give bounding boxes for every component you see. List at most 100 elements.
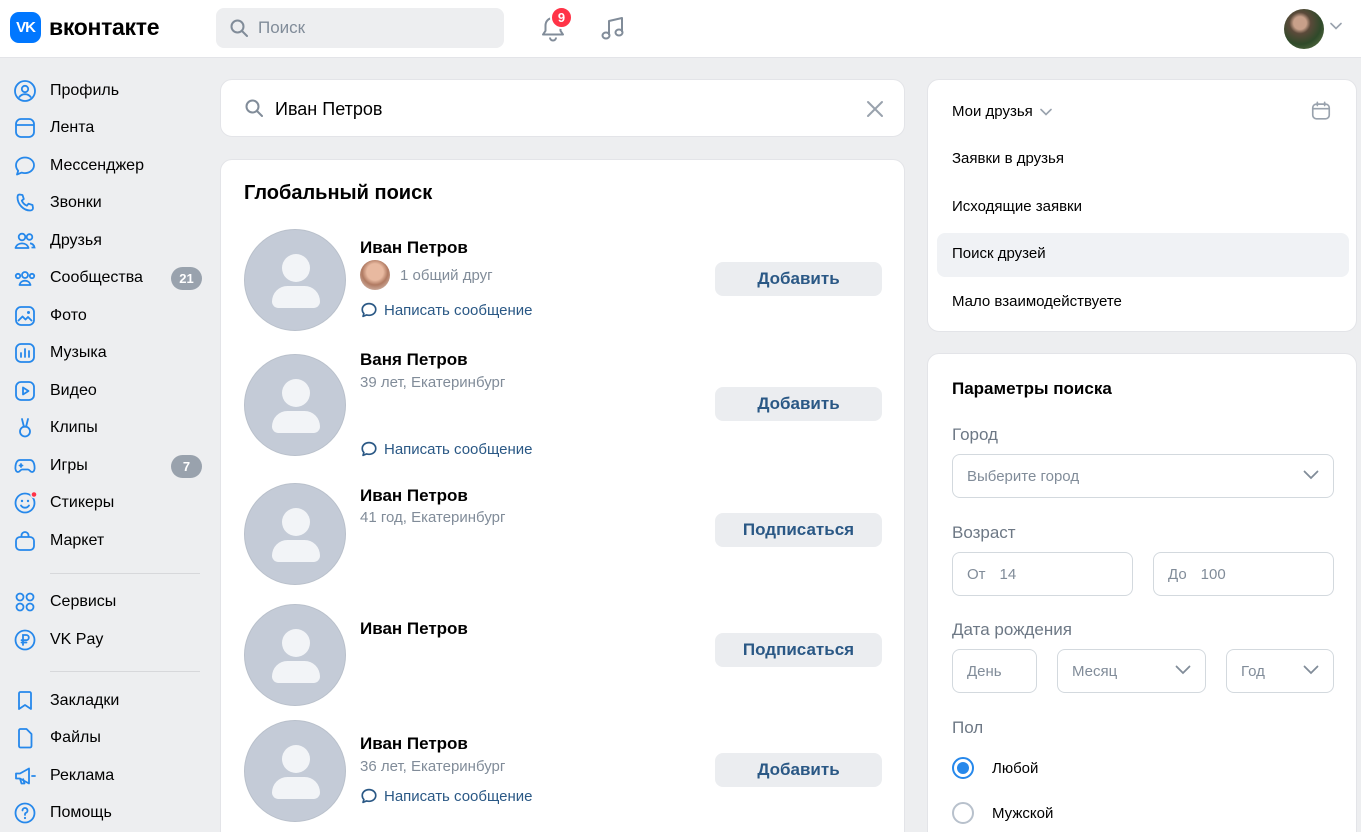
sidebar-item-messenger[interactable]: Мессенджер <box>0 148 210 184</box>
write-message-link[interactable]: Написать сообщение <box>360 787 533 805</box>
top-search-box[interactable] <box>216 8 504 48</box>
person-info: 36 лет, Екатеринбург <box>360 758 506 775</box>
notifications-badge: 9 <box>550 6 573 29</box>
sidebar-item-label: Закладки <box>50 692 120 709</box>
sidebar-item-market[interactable]: Маркет <box>0 523 210 559</box>
add-friend-button[interactable]: Добавить <box>715 262 882 296</box>
sidebar-item-video[interactable]: Видео <box>0 373 210 409</box>
person-name[interactable]: Ваня Петров <box>360 350 468 370</box>
message-icon <box>15 156 35 176</box>
chevron-down-icon <box>1175 665 1191 675</box>
person-name[interactable]: Иван Петров <box>360 486 468 506</box>
friend-requests-item[interactable]: Заявки в друзья <box>952 150 1064 167</box>
radio-unselected[interactable] <box>952 802 974 824</box>
sidebar-item-photo[interactable]: Фото <box>0 298 210 334</box>
sidebar-item-friends[interactable]: Друзья <box>0 223 210 259</box>
default-avatar[interactable] <box>244 354 346 456</box>
subscribe-button[interactable]: Подписаться <box>715 513 882 547</box>
vk-logo[interactable]: VK вконтакте <box>10 12 160 43</box>
sidebar-item-services[interactable]: Сервисы <box>0 584 210 620</box>
month-placeholder: Месяц <box>1072 662 1118 680</box>
global-search-results: Глобальный поиск Иван Петров 1 общий дру… <box>220 159 905 832</box>
sidebar-item-label: Сервисы <box>50 593 117 610</box>
sidebar-item-label: Маркет <box>50 532 105 549</box>
age-from-label: От <box>967 565 986 583</box>
sidebar-item-stickers[interactable]: Стикеры <box>0 485 210 521</box>
person-name[interactable]: Иван Петров <box>360 734 468 754</box>
default-avatar[interactable] <box>244 229 346 331</box>
default-avatar[interactable] <box>244 604 346 706</box>
sidebar-divider <box>50 671 200 672</box>
chevron-down-icon[interactable] <box>1330 22 1342 30</box>
write-message-link[interactable]: Написать сообщение <box>360 301 533 319</box>
sidebar-item-ads[interactable]: Реклама <box>0 758 210 794</box>
music-note-icon[interactable] <box>598 14 628 44</box>
sidebar-item-music[interactable]: Музыка <box>0 335 210 371</box>
sidebar-item-label: Музыка <box>50 344 107 361</box>
people-search-input[interactable] <box>275 94 835 124</box>
vk-logo-badge: VK <box>10 12 41 43</box>
birth-year-select[interactable]: Год <box>1226 649 1334 693</box>
low-interaction-item[interactable]: Мало взаимодействуете <box>952 293 1122 310</box>
sidebar-item-calls[interactable]: Звонки <box>0 185 210 221</box>
sidebar-item-bookmarks[interactable]: Закладки <box>0 683 210 719</box>
age-from-field[interactable]: От 14 <box>952 552 1133 596</box>
person-name[interactable]: Иван Петров <box>360 238 468 258</box>
feed-icon <box>15 118 35 138</box>
sidebar-item-files[interactable]: Файлы <box>0 720 210 756</box>
my-friends-dropdown[interactable]: Мои друзья <box>952 103 1052 120</box>
calendar-icon[interactable] <box>1310 100 1332 122</box>
radio-selected[interactable] <box>952 757 974 779</box>
user-avatar[interactable] <box>1284 9 1324 49</box>
gender-male-label: Мужской <box>992 804 1054 822</box>
search-friends-item[interactable]: Поиск друзей <box>952 245 1046 262</box>
age-label: Возраст <box>952 523 1016 542</box>
ruble-icon <box>14 629 36 651</box>
close-icon[interactable] <box>866 100 884 118</box>
birth-month-select[interactable]: Месяц <box>1057 649 1206 693</box>
write-message-link[interactable]: Написать сообщение <box>360 440 533 458</box>
sidebar-item-communities[interactable]: Сообщества 21 <box>0 260 210 296</box>
sidebar-divider <box>50 573 200 574</box>
search-icon <box>245 99 263 117</box>
sidebar-item-clips[interactable]: Клипы <box>0 410 210 446</box>
sidebar-item-label: Файлы <box>50 729 101 746</box>
add-friend-button[interactable]: Добавить <box>715 387 882 421</box>
subscribe-button[interactable]: Подписаться <box>715 633 882 667</box>
user-circle-icon <box>14 80 36 102</box>
outgoing-requests-item[interactable]: Исходящие заявки <box>952 198 1082 215</box>
top-search-input[interactable] <box>258 18 478 38</box>
services-icon <box>15 592 35 612</box>
default-avatar[interactable] <box>244 483 346 585</box>
bookmark-icon <box>18 691 32 710</box>
games-count-badge: 7 <box>171 455 202 478</box>
gender-male-option[interactable]: Мужской <box>952 802 1053 824</box>
sidebar-item-vkpay[interactable]: VK Pay <box>0 622 210 658</box>
sidebar-item-label: Игры <box>50 457 88 474</box>
gender-any-option[interactable]: Любой <box>952 757 1038 779</box>
city-select[interactable]: Выберите город <box>952 454 1334 498</box>
communities-icon <box>14 271 36 286</box>
default-avatar[interactable] <box>244 720 346 822</box>
params-title: Параметры поиска <box>952 379 1112 398</box>
person-name[interactable]: Иван Петров <box>360 619 468 639</box>
age-from-value: 14 <box>999 565 1017 583</box>
age-to-field[interactable]: До 100 <box>1153 552 1334 596</box>
sidebar-item-games[interactable]: Игры 7 <box>0 448 210 484</box>
sidebar-item-feed[interactable]: Лента <box>0 110 210 146</box>
video-icon <box>15 381 35 401</box>
message-icon <box>361 788 377 804</box>
mutual-friends[interactable]: 1 общий друг <box>360 260 493 290</box>
vk-logo-text: вконтакте <box>49 14 160 40</box>
sidebar-item-profile[interactable]: Профиль <box>0 73 210 109</box>
sidebar-item-label: Клипы <box>50 419 98 436</box>
sidebar-item-help[interactable]: Помощь <box>0 795 210 831</box>
sidebar-item-label: Друзья <box>50 232 102 249</box>
photo-icon <box>15 306 35 326</box>
write-message-label: Написать сообщение <box>384 787 533 805</box>
age-to-value: 100 <box>1200 565 1226 583</box>
add-friend-button[interactable]: Добавить <box>715 753 882 787</box>
birth-date-label: Дата рождения <box>952 620 1072 639</box>
birth-day-field[interactable]: День <box>952 649 1037 693</box>
sidebar-item-label: Лента <box>50 119 95 136</box>
